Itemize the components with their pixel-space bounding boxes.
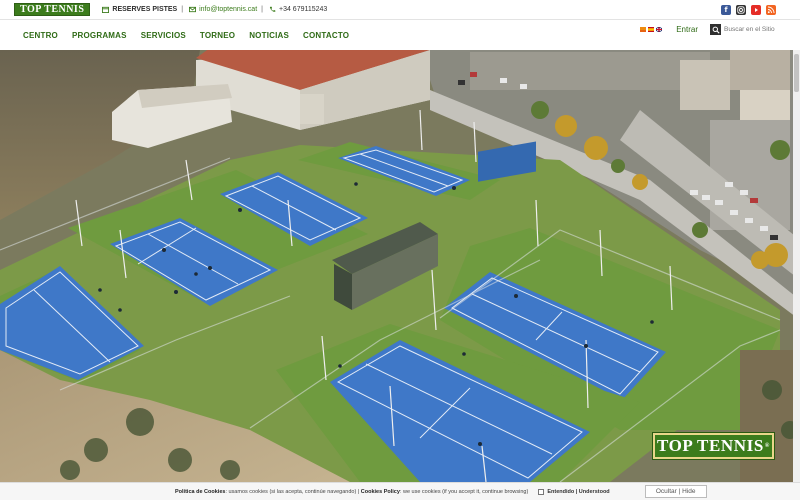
nav-item-noticias[interactable]: NOTICIAS xyxy=(249,31,289,40)
search-icon xyxy=(712,26,720,34)
topbar-separator: | xyxy=(261,6,263,13)
nav-right-tools: Entrar xyxy=(640,24,784,35)
cookie-consent-bar: Política de Cookies: usamos cookies (si … xyxy=(0,482,800,500)
registered-mark: ® xyxy=(764,443,771,449)
cookie-text-en: : we use cookies (if you accept it, cont… xyxy=(399,488,529,495)
reserves-pistes-link[interactable]: RESERVES PISTES xyxy=(102,6,177,13)
nav-item-centro[interactable]: CENTRO xyxy=(23,31,58,40)
main-menu: CENTRO PROGRAMAS SERVICIOS TORNEO NOTICI… xyxy=(23,31,349,40)
top-tennis-logo-watermark: Top Tennis ® xyxy=(653,433,774,459)
email-link[interactable]: info@toptennis.cat xyxy=(189,6,257,13)
hero-aerial-photo: Top Tennis ® xyxy=(0,50,800,482)
cookie-hide-button[interactable]: Ocultar | Hide xyxy=(644,485,707,498)
login-link[interactable]: Entrar xyxy=(676,25,698,34)
scrollbar-track[interactable] xyxy=(793,50,800,482)
cookie-policy-link-ca[interactable]: Política de Cookies xyxy=(175,489,225,495)
aerial-tennis-courts-illustration xyxy=(0,50,800,482)
nav-item-contacto[interactable]: CONTACTO xyxy=(303,31,349,40)
cookie-text-ca: : usamos cookies (si las acepta, continú… xyxy=(225,488,360,495)
catalan-flag-icon[interactable] xyxy=(640,27,647,32)
envelope-icon xyxy=(189,6,197,13)
logo-small-text: Top Tennis xyxy=(20,4,85,15)
top-tennis-logo-small[interactable]: Top Tennis xyxy=(14,3,91,16)
spanish-flag-icon[interactable] xyxy=(648,27,655,32)
nav-item-torneo[interactable]: TORNEO xyxy=(200,31,235,40)
logo-big-text: Top Tennis xyxy=(656,436,764,455)
nav-item-programas[interactable]: PROGRAMAS xyxy=(72,31,127,40)
nav-item-servicios[interactable]: SERVICIOS xyxy=(141,31,186,40)
instagram-icon[interactable] xyxy=(736,5,746,15)
facebook-icon[interactable]: f xyxy=(721,5,731,15)
cookie-policy-link-en[interactable]: Cookies Policy xyxy=(361,489,400,495)
youtube-icon[interactable] xyxy=(751,5,761,15)
top-bar: Top Tennis RESERVES PISTES | info@topten… xyxy=(0,0,800,20)
cookie-notice-text: Política de Cookies: usamos cookies (si … xyxy=(175,489,528,495)
calendar-icon xyxy=(102,6,110,13)
rss-icon[interactable] xyxy=(766,5,776,15)
search-button[interactable] xyxy=(710,24,721,35)
cookie-accept-label: Entendido | Understood xyxy=(547,488,610,495)
english-flag-icon[interactable] xyxy=(656,27,663,32)
checkbox-box[interactable] xyxy=(538,488,545,495)
social-links: f xyxy=(721,5,776,15)
phone-icon xyxy=(269,6,276,12)
scrollbar-thumb[interactable] xyxy=(794,54,799,92)
phone-link[interactable]: +34 679115243 xyxy=(269,6,327,13)
topbar-separator: | xyxy=(181,6,184,13)
email-text: info@toptennis.cat xyxy=(199,6,258,13)
main-navbar: CENTRO PROGRAMAS SERVICIOS TORNEO NOTICI… xyxy=(0,21,800,50)
cookie-accept-checkbox[interactable]: Entendido | Understood xyxy=(538,488,610,495)
language-switcher xyxy=(640,27,663,32)
reserves-pistes-label: RESERVES PISTES xyxy=(112,6,178,13)
search-input[interactable] xyxy=(724,24,784,35)
phone-text: +34 679115243 xyxy=(278,6,328,13)
